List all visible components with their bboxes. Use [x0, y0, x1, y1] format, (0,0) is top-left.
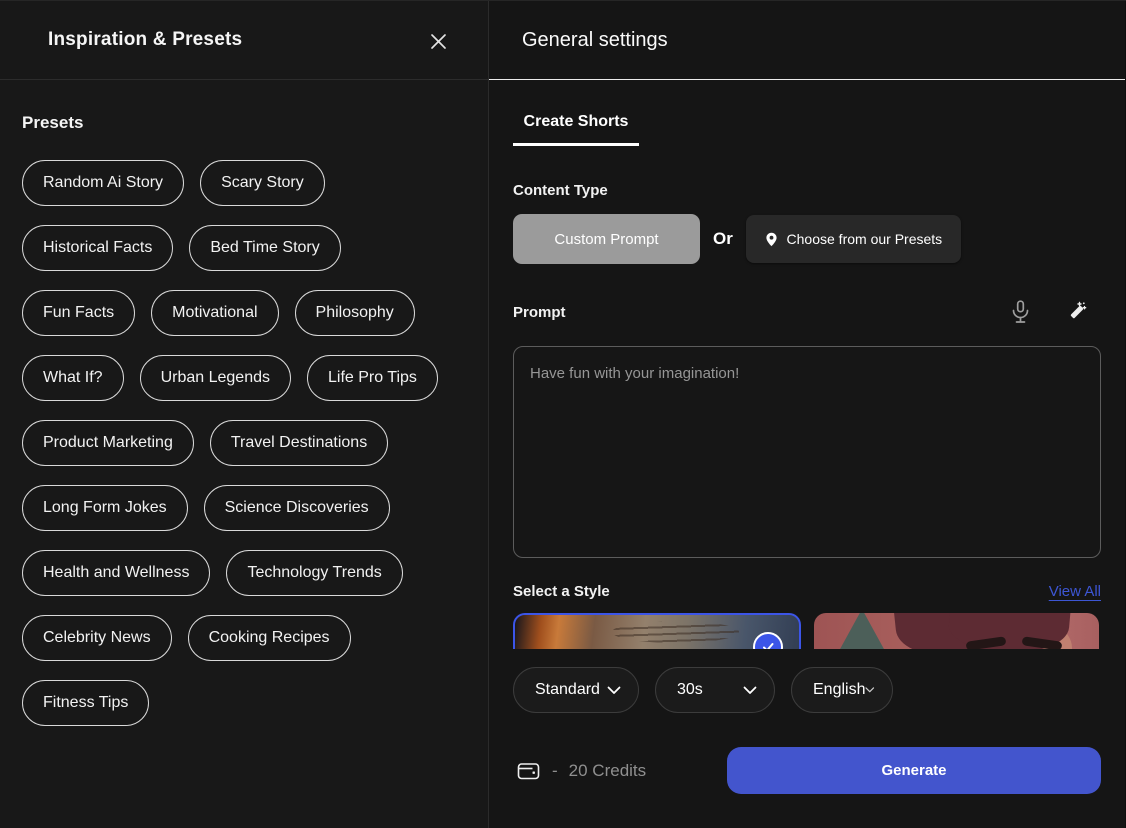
- preset-pill[interactable]: What If?: [22, 355, 124, 401]
- preset-pill[interactable]: Bed Time Story: [189, 225, 340, 271]
- preset-pill[interactable]: Science Discoveries: [204, 485, 390, 531]
- settings-body: Create Shorts Content Type Custom Prompt…: [489, 80, 1125, 828]
- preset-pill[interactable]: Motivational: [151, 290, 278, 336]
- tab-create-shorts[interactable]: Create Shorts: [513, 113, 639, 146]
- ai-enhance-button[interactable]: [1066, 301, 1087, 323]
- credits-count: 20 Credits: [569, 761, 646, 781]
- style-row: Select a Style View All: [513, 583, 1101, 600]
- preset-pill[interactable]: Long Form Jokes: [22, 485, 188, 531]
- wallet-icon: [516, 759, 541, 783]
- style-thumbnail-realistic-selected[interactable]: [513, 613, 801, 649]
- preset-row: Product Marketing Travel Destinations: [22, 420, 468, 466]
- style-thumbnails-strip: [513, 613, 1101, 649]
- preset-pill[interactable]: Urban Legends: [140, 355, 291, 401]
- preset-row: Long Form Jokes Science Discoveries: [22, 485, 468, 531]
- right-panel-header: General settings: [489, 1, 1125, 80]
- chevron-down-icon: [607, 686, 621, 695]
- check-icon: [761, 640, 775, 649]
- chevron-down-icon: [743, 686, 757, 695]
- preset-row: Health and Wellness Technology Trends: [22, 550, 468, 596]
- preset-row: Fitness Tips: [22, 680, 468, 726]
- preset-pill[interactable]: Scary Story: [200, 160, 325, 206]
- or-label: Or: [713, 229, 733, 249]
- close-button[interactable]: [424, 27, 452, 55]
- preset-pill[interactable]: Technology Trends: [226, 550, 402, 596]
- microphone-icon: [1011, 300, 1030, 324]
- prompt-label: Prompt: [513, 304, 566, 321]
- duration-dropdown[interactable]: 30s: [655, 667, 775, 713]
- preset-row: Fun Facts Motivational Philosophy: [22, 290, 468, 336]
- prompt-row: Prompt: [513, 300, 1101, 324]
- thumbnail-art: [612, 621, 740, 643]
- choose-presets-button[interactable]: Choose from our Presets: [746, 215, 961, 263]
- voice-input-button[interactable]: [1011, 300, 1030, 324]
- tab-label: Create Shorts: [524, 113, 629, 130]
- prompt-icons: [1011, 300, 1101, 324]
- view-all-link[interactable]: View All: [1049, 583, 1101, 600]
- preset-pill[interactable]: Life Pro Tips: [307, 355, 438, 401]
- presets-heading: Presets: [22, 113, 468, 133]
- preset-rows: Random Ai Story Scary Story Historical Fac…: [22, 160, 468, 726]
- preset-row: Random Ai Story Scary Story: [22, 160, 468, 206]
- inspiration-presets-panel: Inspiration & Presets Presets Random Ai …: [0, 1, 489, 828]
- content-type-row: Custom Prompt Or Choose from our Presets: [513, 214, 1101, 264]
- preset-pill[interactable]: Random Ai Story: [22, 160, 184, 206]
- preset-pill[interactable]: Fun Facts: [22, 290, 135, 336]
- language-value: English: [813, 681, 865, 699]
- left-panel-header: Inspiration & Presets: [0, 1, 488, 80]
- footer-row: - 20 Credits Generate: [513, 747, 1101, 794]
- chevron-down-icon: [865, 686, 875, 694]
- prompt-input[interactable]: [513, 346, 1101, 558]
- preset-pill[interactable]: Philosophy: [295, 290, 415, 336]
- panel-title: Inspiration & Presets: [48, 29, 242, 51]
- custom-prompt-button[interactable]: Custom Prompt: [513, 214, 700, 264]
- preset-pill[interactable]: Historical Facts: [22, 225, 173, 271]
- options-row: Standard 30s English: [513, 667, 1101, 713]
- quality-dropdown[interactable]: Standard: [513, 667, 639, 713]
- preset-pill[interactable]: Celebrity News: [22, 615, 172, 661]
- credits-dash: -: [552, 761, 558, 781]
- preset-row: Historical Facts Bed Time Story: [22, 225, 468, 271]
- general-settings-panel: General settings Create Shorts Content T…: [489, 1, 1125, 828]
- preset-pill[interactable]: Fitness Tips: [22, 680, 149, 726]
- location-pin-icon: [765, 232, 778, 247]
- preset-row: Celebrity News Cooking Recipes: [22, 615, 468, 661]
- preset-pill[interactable]: Product Marketing: [22, 420, 194, 466]
- app-window: Inspiration & Presets Presets Random Ai …: [0, 0, 1126, 828]
- credits-group: - 20 Credits: [516, 759, 646, 783]
- preset-pill[interactable]: Cooking Recipes: [188, 615, 351, 661]
- preset-pill[interactable]: Travel Destinations: [210, 420, 388, 466]
- thumbnail-art: [828, 613, 896, 649]
- magic-wand-icon: [1066, 301, 1087, 323]
- preset-row: What If? Urban Legends Life Pro Tips: [22, 355, 468, 401]
- select-style-label: Select a Style: [513, 583, 610, 600]
- duration-value: 30s: [677, 681, 703, 699]
- content-type-label: Content Type: [513, 182, 1101, 199]
- presets-section: Presets Random Ai Story Scary Story Histor…: [0, 80, 488, 726]
- generate-button[interactable]: Generate: [727, 747, 1101, 794]
- close-icon: [430, 33, 447, 50]
- choose-presets-label: Choose from our Presets: [787, 231, 943, 247]
- page-title: General settings: [522, 29, 668, 52]
- selected-check-badge: [753, 632, 783, 649]
- style-thumbnail-comic[interactable]: [814, 613, 1099, 649]
- language-dropdown[interactable]: English: [791, 667, 893, 713]
- preset-pill[interactable]: Health and Wellness: [22, 550, 210, 596]
- quality-value: Standard: [535, 681, 600, 699]
